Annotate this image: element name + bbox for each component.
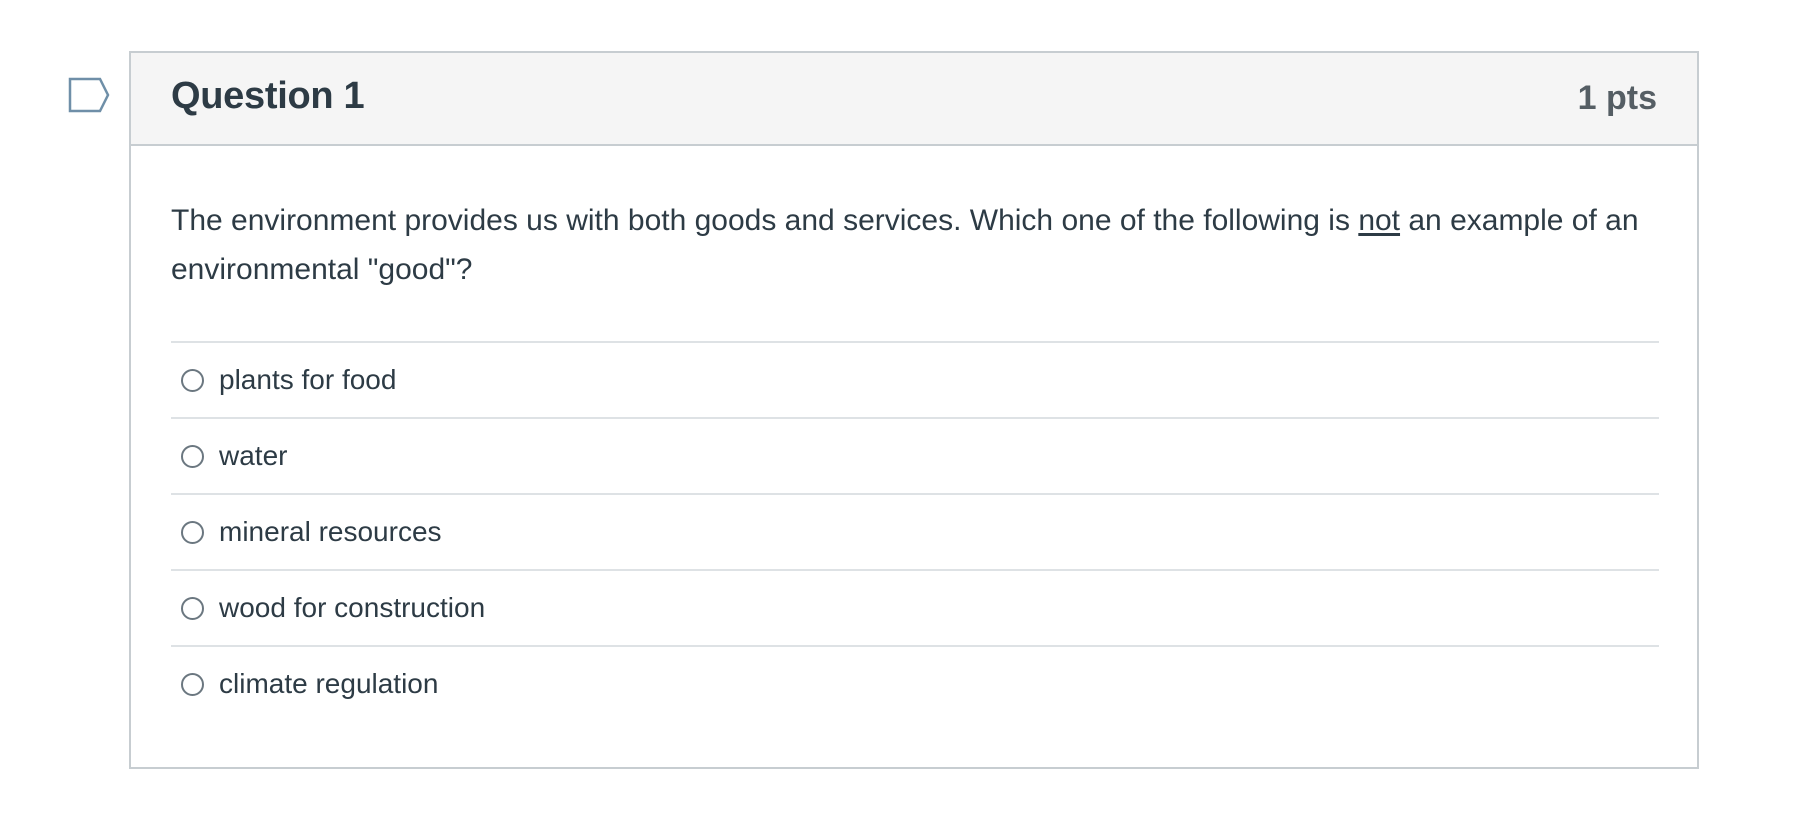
answer-option[interactable]: water bbox=[171, 419, 1659, 495]
question-text-emphasis: not bbox=[1358, 204, 1401, 237]
answer-label: plants for food bbox=[219, 364, 397, 395]
answer-option[interactable]: plants for food bbox=[171, 343, 1659, 419]
question-body: The environment provides us with both go… bbox=[131, 196, 1697, 721]
answer-option[interactable]: mineral resources bbox=[171, 495, 1659, 571]
flag-question-icon[interactable] bbox=[68, 77, 112, 113]
question-title: Question 1 bbox=[171, 75, 365, 117]
radio-button[interactable] bbox=[181, 368, 204, 392]
question-points: 1 pts bbox=[1577, 79, 1657, 117]
question-card: Question 1 1 pts The environment provide… bbox=[129, 51, 1699, 769]
radio-button[interactable] bbox=[181, 672, 204, 696]
question-header: Question 1 1 pts bbox=[131, 53, 1697, 146]
answer-list: plants for food water mineral resources … bbox=[171, 341, 1659, 721]
question-text: The environment provides us with both go… bbox=[171, 196, 1661, 294]
question-text-start: The environment provides us with both go… bbox=[171, 204, 1359, 237]
answer-option[interactable]: wood for construction bbox=[171, 571, 1659, 647]
answer-label: water bbox=[219, 440, 288, 471]
radio-button[interactable] bbox=[181, 444, 204, 468]
radio-button[interactable] bbox=[181, 520, 204, 544]
answer-option[interactable]: climate regulation bbox=[171, 647, 1659, 721]
answer-label: mineral resources bbox=[219, 516, 442, 547]
answer-label: wood for construction bbox=[219, 592, 486, 623]
radio-button[interactable] bbox=[181, 596, 204, 620]
answer-label: climate regulation bbox=[219, 668, 439, 699]
